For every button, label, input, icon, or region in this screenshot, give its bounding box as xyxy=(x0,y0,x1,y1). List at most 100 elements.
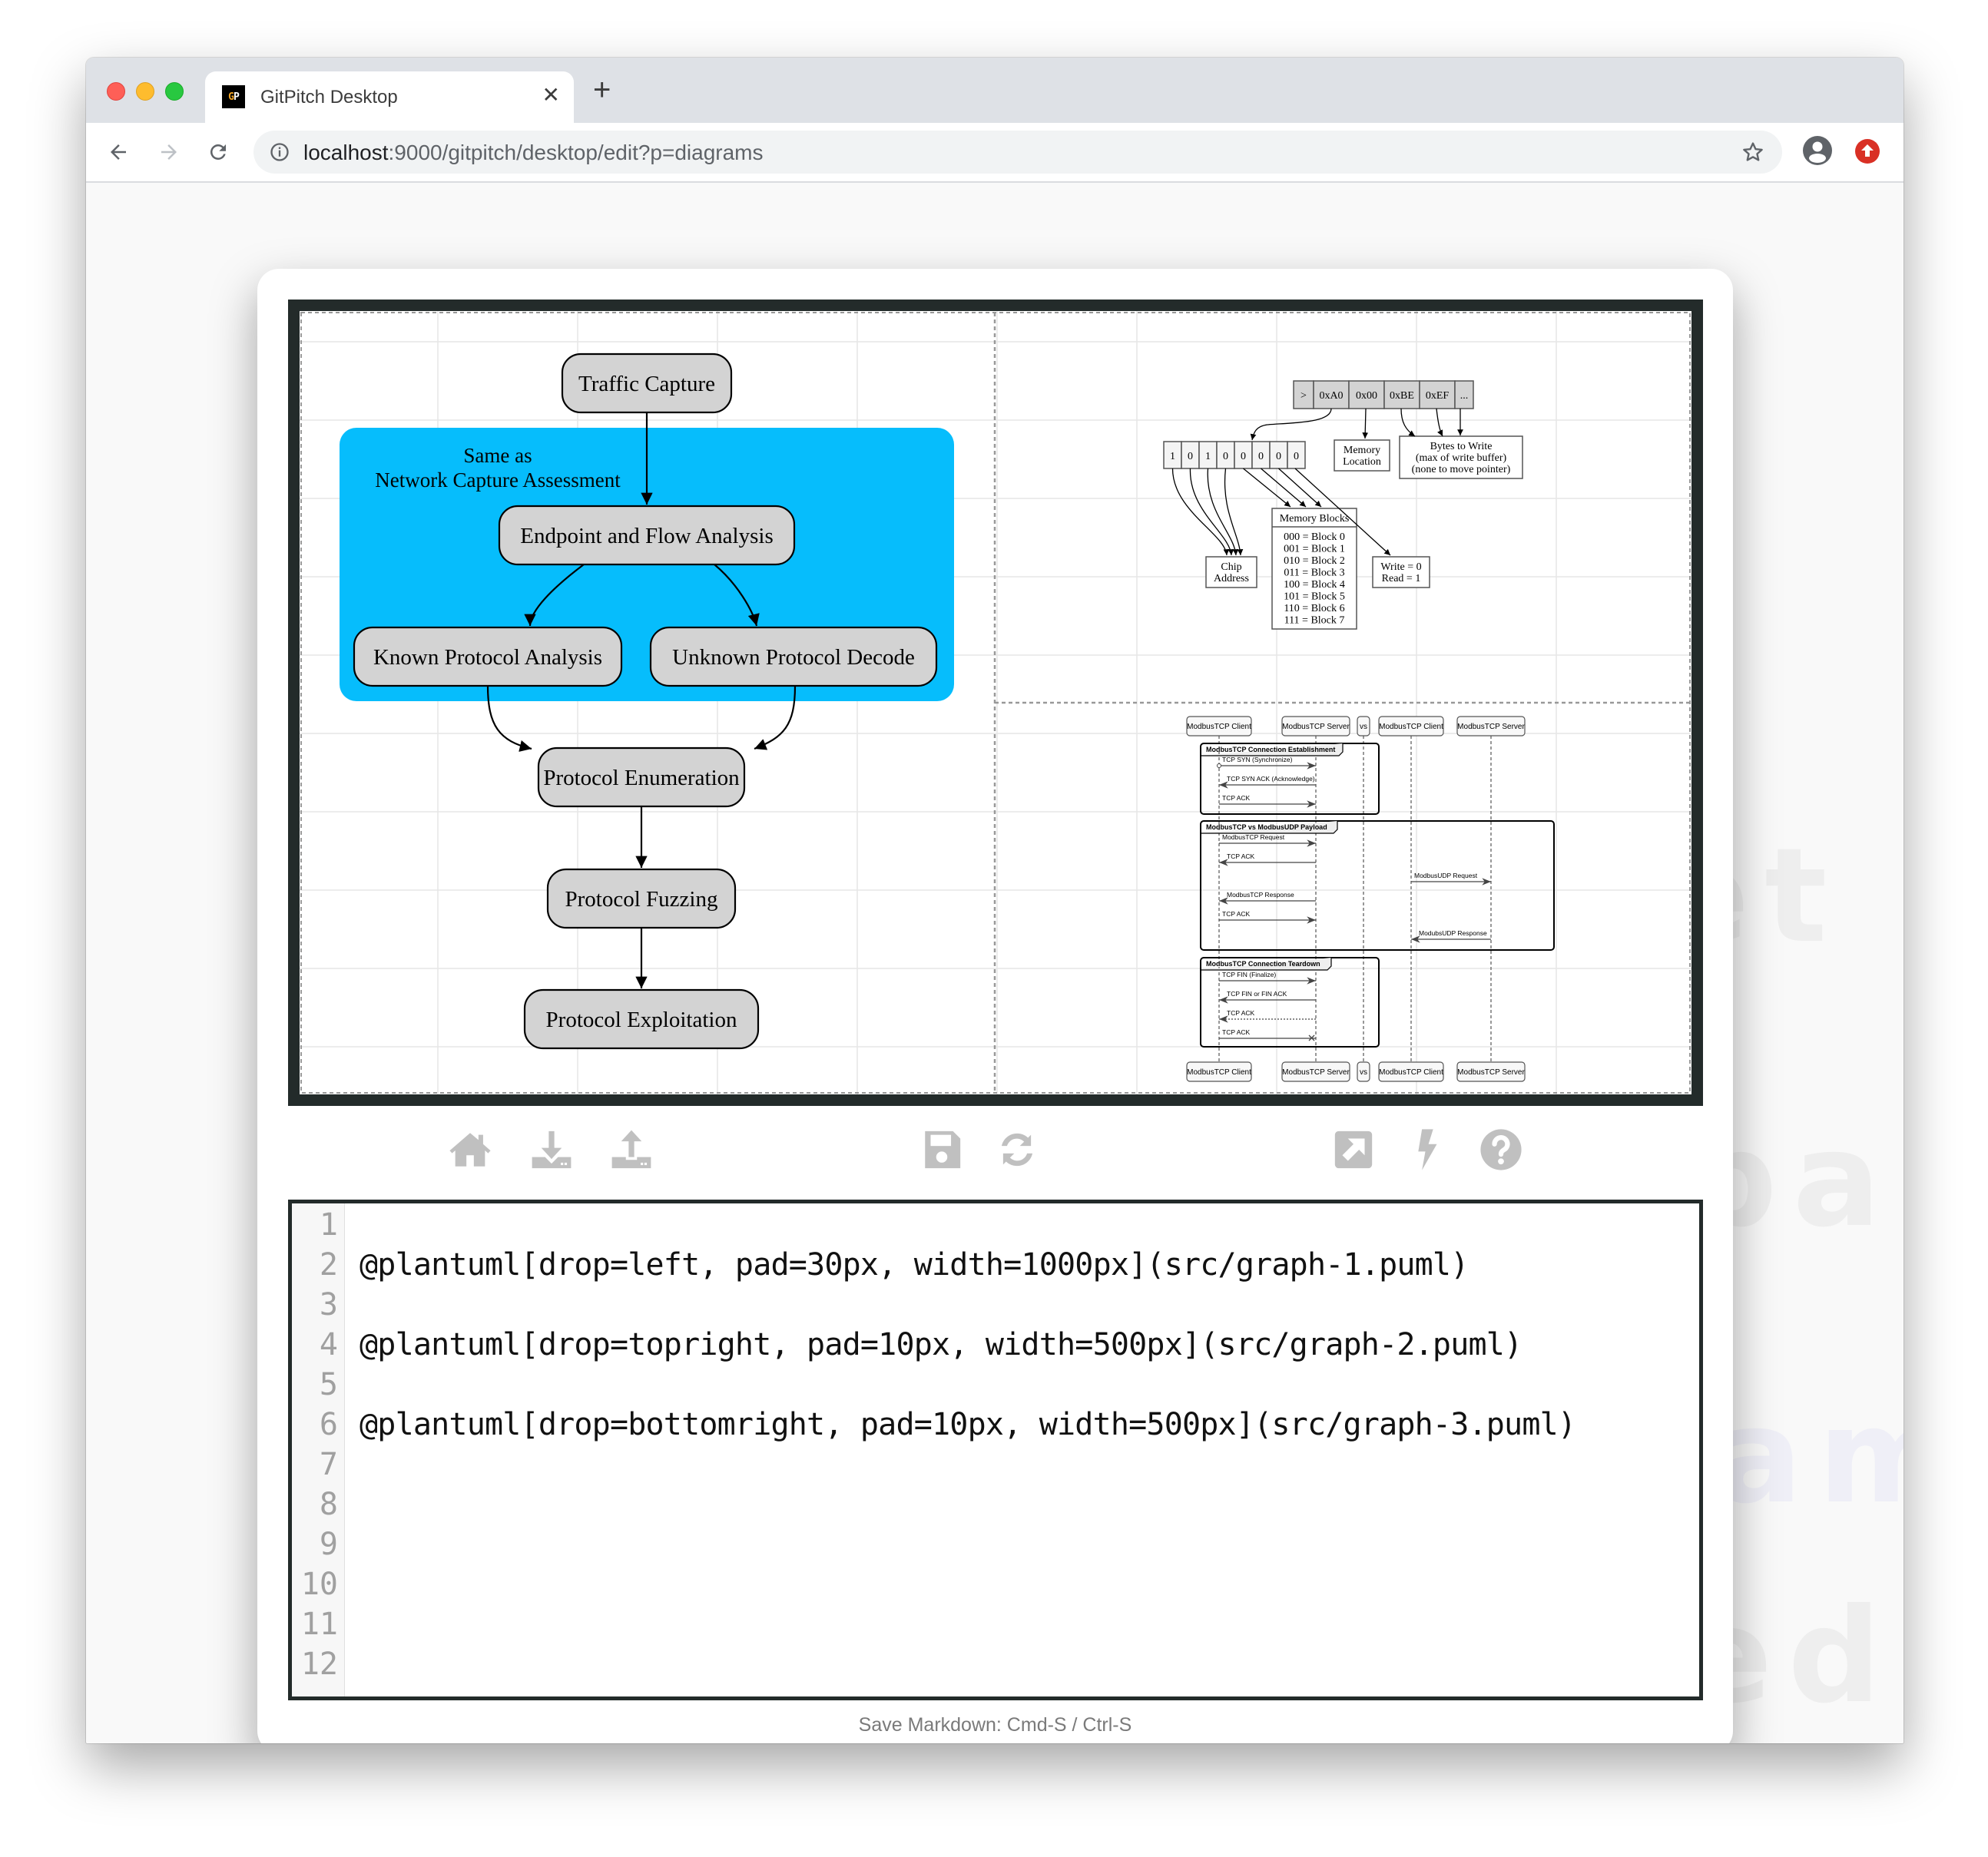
save-button[interactable] xyxy=(919,1127,964,1172)
help-icon xyxy=(1480,1129,1522,1170)
cluster-label: Network Capture Assessment xyxy=(375,468,621,492)
byte-diagram-edge xyxy=(1171,468,1230,556)
home-icon xyxy=(449,1133,491,1167)
memory-block-label: 000 = Block 0 xyxy=(1284,531,1345,543)
sequence-message-label: TCP ACK xyxy=(1227,1009,1255,1017)
address-bar[interactable]: localhost:9000/gitpitch/desktop/edit?p=d… xyxy=(253,131,1782,174)
sequence-message-label: TCP ACK xyxy=(1222,910,1251,918)
update-icon[interactable] xyxy=(1854,138,1880,164)
bookmark-star-icon[interactable] xyxy=(1741,140,1765,164)
sequence-message-label: TCP FIN or FIN ACK xyxy=(1227,990,1287,998)
record-cell-label: 0xEF xyxy=(1426,390,1450,402)
flowchart-node-label: Unknown Protocol Decode xyxy=(672,645,915,670)
markdown-editor[interactable]: 1 2 3 4 5 6 7 8 9 10 11 12 @plantuml[drop=left, pad… xyxy=(288,1200,1703,1700)
refresh-icon xyxy=(1001,1133,1033,1167)
home-button[interactable] xyxy=(448,1127,492,1172)
sequence-message-label: TCP SYN ACK (Acknowledge) xyxy=(1227,775,1315,783)
open-external-button[interactable] xyxy=(1331,1127,1376,1172)
byte-diagram-edge xyxy=(1362,408,1369,439)
url-host: localhost xyxy=(303,141,389,164)
participant-label: ModbusTCP Server xyxy=(1457,1068,1525,1077)
background-watermark-text: am xyxy=(1715,1381,1904,1533)
flowchart-node-label: Endpoint and Flow Analysis xyxy=(520,524,773,548)
back-arrow-icon xyxy=(111,144,126,160)
participant-label: vs xyxy=(1360,1068,1367,1077)
back-button[interactable] xyxy=(103,137,134,167)
quick-action-button[interactable] xyxy=(1403,1127,1448,1172)
record-cell-label: ... xyxy=(1460,390,1469,402)
line-number: 2 xyxy=(319,1247,338,1283)
code-line[interactable]: @plantuml[drop=left, pad=30px, width=100… xyxy=(359,1245,1469,1285)
tab-title: GitPitch Desktop xyxy=(260,87,398,108)
participant-label: ModbusTCP Server xyxy=(1282,723,1350,731)
browser-window: GP GitPitch Desktop ✕ + localhost:9000/g… xyxy=(86,58,1904,1743)
sequence-message-label: ModbusTCP Response xyxy=(1227,891,1294,899)
help-button[interactable] xyxy=(1479,1127,1523,1172)
memory-block-label: 011 = Block 3 xyxy=(1284,568,1344,579)
participant-label: ModbusTCP Client xyxy=(1379,1068,1443,1077)
lightning-icon xyxy=(1418,1129,1437,1170)
editor-card: Same as Network Capture Assessment Traffic… xyxy=(257,269,1733,1743)
message-start-circle xyxy=(1217,763,1221,768)
read-write-box-label: Write = 0 xyxy=(1380,561,1421,573)
record-cell-label: 0x00 xyxy=(1356,390,1377,402)
sequence-message-label: TCP SYN (Synchronize) xyxy=(1222,756,1293,763)
reload-icon xyxy=(210,144,226,160)
info-icon[interactable] xyxy=(269,141,290,163)
tab-gitpitch-desktop[interactable]: GP GitPitch Desktop ✕ xyxy=(205,71,574,123)
line-number: 8 xyxy=(319,1487,338,1522)
download-button[interactable] xyxy=(529,1127,574,1172)
reload-button[interactable] xyxy=(203,137,234,167)
line-number: 9 xyxy=(319,1527,338,1562)
gitpitch-favicon-icon: GP xyxy=(222,85,245,108)
line-number: 7 xyxy=(319,1447,338,1482)
chip-address-box-label: Address xyxy=(1214,573,1249,584)
sequence-message-label: TCP ACK xyxy=(1227,852,1255,860)
bytes-to-write-box-label: (none to move pointer) xyxy=(1412,464,1511,475)
byte-diagram-edge xyxy=(1278,468,1322,508)
forward-button[interactable] xyxy=(154,137,184,167)
favicon-letter-g: G xyxy=(228,91,234,103)
participant-label: ModbusTCP Client xyxy=(1379,723,1443,731)
close-window-button[interactable] xyxy=(107,82,125,101)
line-number: 12 xyxy=(300,1647,338,1682)
sequence-message-label: ModubsUDP Response xyxy=(1419,929,1487,937)
bit-cell-label: 0 xyxy=(1258,451,1264,462)
memory-block-label: 101 = Block 5 xyxy=(1284,591,1345,603)
flowchart-node-label: Traffic Capture xyxy=(578,372,715,396)
flowchart-node-label: Known Protocol Analysis xyxy=(373,645,602,670)
slide-preview: Same as Network Capture Assessment Traffic… xyxy=(288,300,1703,1106)
sequence-group-title: ModbusTCP Connection Establishment xyxy=(1206,746,1335,753)
maximize-window-button[interactable] xyxy=(165,82,184,101)
byte-diagram-edge xyxy=(1207,468,1239,556)
upload-button[interactable] xyxy=(609,1127,654,1172)
memory-block-label: 010 = Block 2 xyxy=(1284,555,1345,567)
url-text: localhost:9000/gitpitch/desktop/edit?p=d… xyxy=(303,141,764,165)
profile-icon[interactable] xyxy=(1802,135,1833,166)
memory-location-box-label: Memory xyxy=(1344,445,1380,456)
refresh-button[interactable] xyxy=(995,1127,1039,1172)
flowchart-node-label: Protocol Exploitation xyxy=(546,1008,737,1032)
new-tab-button[interactable]: + xyxy=(593,74,611,105)
sequence-message-label: ModbusTCP Request xyxy=(1222,833,1285,841)
slide-preview-canvas: Same as Network Capture Assessment Traffic… xyxy=(300,311,1691,1094)
memory-block-label: 100 = Block 4 xyxy=(1284,579,1345,591)
byte-diagram-edge xyxy=(1250,408,1332,441)
minimize-window-button[interactable] xyxy=(136,82,154,101)
flowchart-node-label: Protocol Fuzzing xyxy=(565,887,718,912)
memory-block-label: 001 = Block 1 xyxy=(1284,544,1345,555)
bit-cell-label: 0 xyxy=(1294,451,1299,462)
tab-close-icon[interactable]: ✕ xyxy=(542,82,560,108)
favicon-letter-p: P xyxy=(234,91,240,103)
participant-label: ModbusTCP Server xyxy=(1457,723,1525,731)
byte-diagram-edge xyxy=(1436,408,1443,437)
line-number: 5 xyxy=(319,1367,338,1402)
code-line[interactable]: @plantuml[drop=bottomright, pad=10px, wi… xyxy=(359,1405,1576,1445)
participant-label: vs xyxy=(1360,723,1367,731)
memory-blocks-title: Memory Blocks xyxy=(1280,513,1350,525)
code-line[interactable]: @plantuml[drop=topright, pad=10px, width… xyxy=(359,1325,1522,1365)
upload-icon xyxy=(611,1130,651,1169)
byte-diagram-edge xyxy=(1400,408,1416,437)
record-cell-label: 0xBE xyxy=(1390,390,1414,402)
bit-cell-label: 1 xyxy=(1205,451,1211,462)
